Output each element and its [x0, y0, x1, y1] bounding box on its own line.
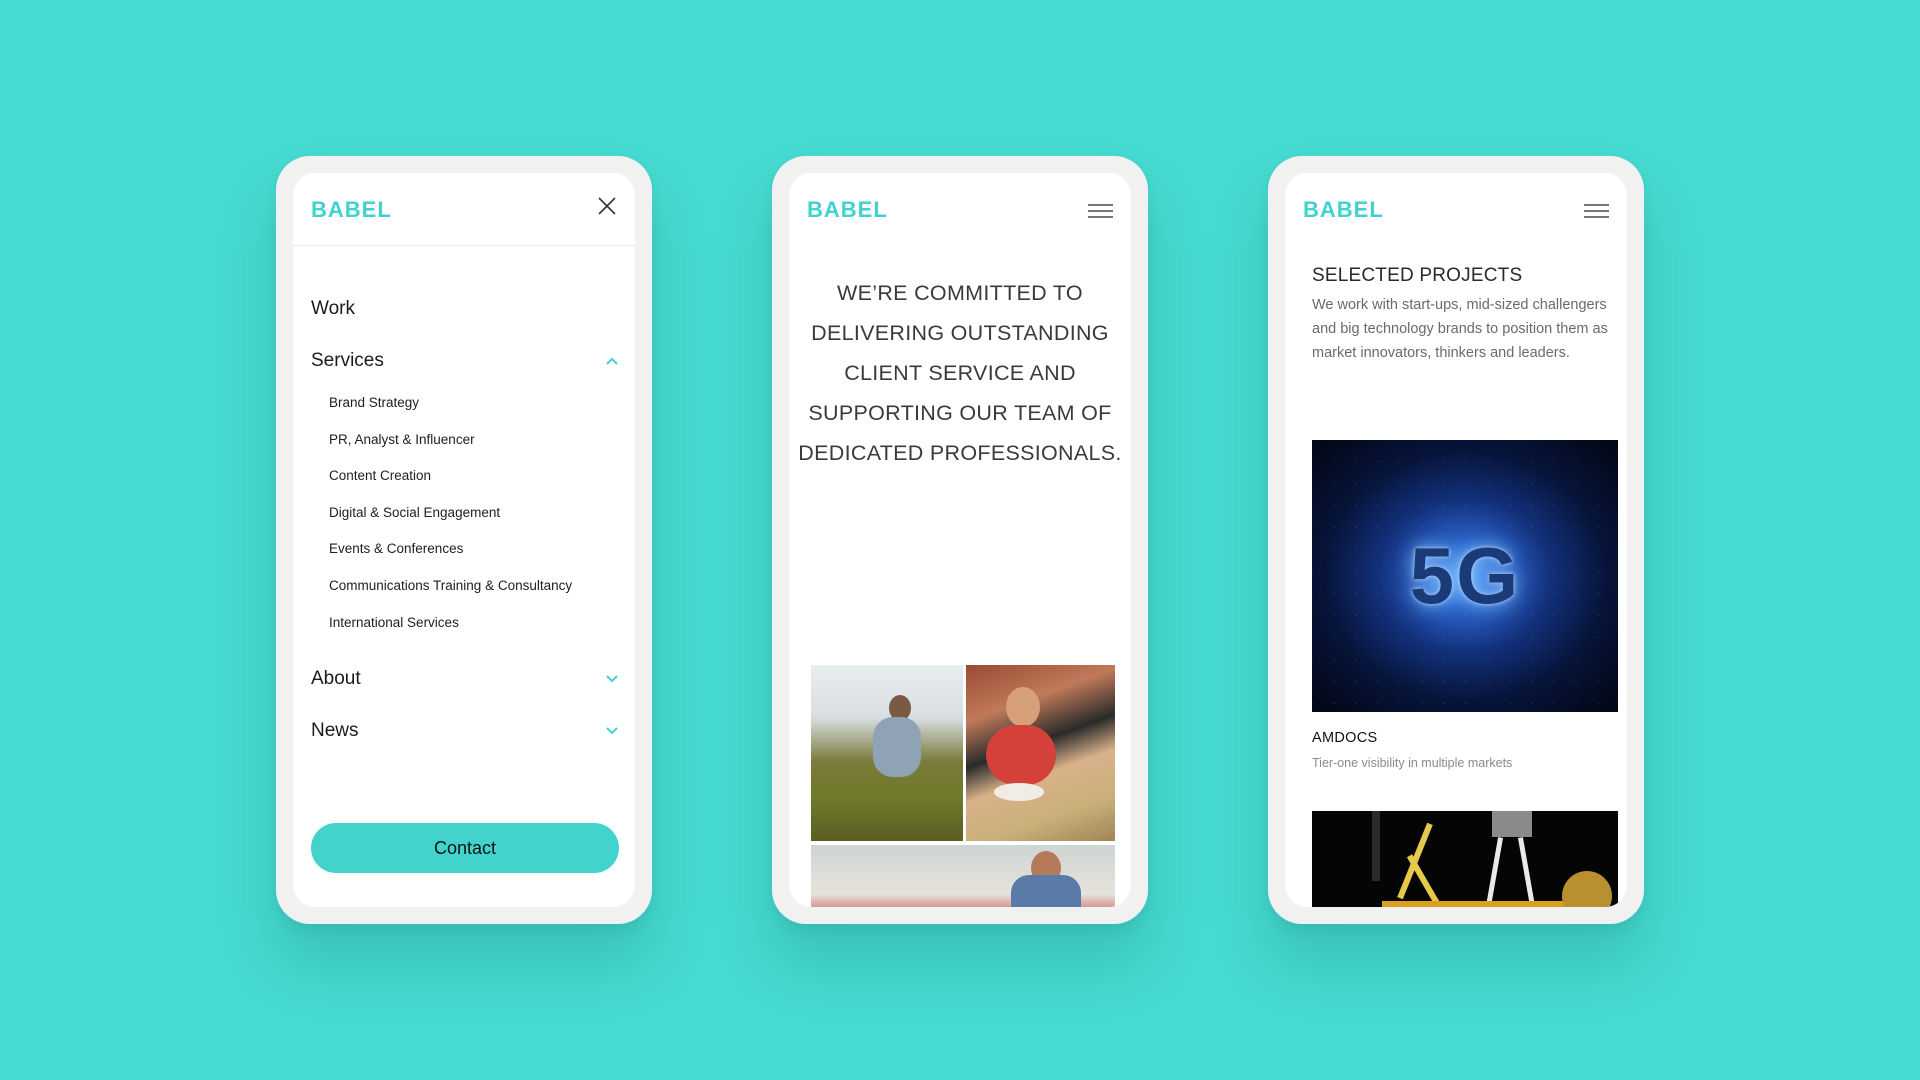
home-screen: BABEL WE’RE COMMITTED TO DELIVERING OUTS…: [789, 173, 1131, 907]
contact-button[interactable]: Contact: [311, 823, 619, 873]
phone-menu: BABEL Work Services Brand Strategy PR, A…: [276, 156, 652, 924]
menu-item-services[interactable]: Services: [311, 335, 621, 387]
showcase-stage: BABEL Work Services Brand Strategy PR, A…: [0, 0, 1920, 1080]
phone-projects: BABEL SELECTED PROJECTS We work with sta…: [1268, 156, 1644, 924]
close-icon[interactable]: [597, 196, 617, 216]
projects-header: BABEL: [1285, 173, 1627, 245]
project-image-amdocs[interactable]: 5G: [1312, 440, 1618, 712]
submenu-item-content-creation[interactable]: Content Creation: [329, 458, 621, 495]
submenu-item-communications-training[interactable]: Communications Training & Consultancy: [329, 568, 621, 605]
submenu-item-brand-strategy[interactable]: Brand Strategy: [329, 385, 621, 422]
logo[interactable]: BABEL: [311, 197, 392, 223]
projects-screen: BABEL SELECTED PROJECTS We work with sta…: [1285, 173, 1627, 907]
menu-item-about[interactable]: About: [311, 653, 621, 705]
project-name[interactable]: AMDOCS: [1312, 730, 1377, 746]
menu-item-label: Work: [311, 298, 355, 319]
submenu-item-digital-social[interactable]: Digital & Social Engagement: [329, 495, 621, 532]
chevron-up-icon[interactable]: [605, 354, 619, 368]
chevron-down-icon[interactable]: [605, 724, 619, 738]
mission-line: DEDICATED PROFESSIONALS.: [798, 441, 1122, 465]
mission-line: WE’RE COMMITTED TO: [837, 281, 1083, 305]
office-photo-lunch: [966, 665, 1115, 841]
menu-item-label: News: [311, 720, 359, 742]
office-photo-armchair: [811, 665, 963, 841]
menu-header: BABEL: [293, 173, 635, 246]
phone-home: BABEL WE’RE COMMITTED TO DELIVERING OUTS…: [772, 156, 1148, 924]
hamburger-icon[interactable]: [1584, 204, 1609, 218]
menu-item-work[interactable]: Work: [311, 283, 621, 335]
chevron-down-icon[interactable]: [605, 672, 619, 686]
submenu-item-pr-analyst-influencer[interactable]: PR, Analyst & Influencer: [329, 422, 621, 459]
submenu-item-international-services[interactable]: International Services: [329, 605, 621, 642]
submenu-item-events-conferences[interactable]: Events & Conferences: [329, 531, 621, 568]
mission-statement: WE’RE COMMITTED TO DELIVERING OUTSTANDIN…: [789, 273, 1131, 473]
mission-line: CLIENT SERVICE AND: [844, 361, 1076, 385]
menu-item-label: About: [311, 668, 361, 690]
section-description: We work with start-ups, mid-sized challe…: [1312, 297, 1608, 361]
hamburger-icon[interactable]: [1088, 204, 1113, 218]
menu-screen: BABEL Work Services Brand Strategy PR, A…: [293, 173, 635, 907]
home-header: BABEL: [789, 173, 1131, 245]
menu-item-news[interactable]: News: [311, 705, 621, 757]
project-image-text: 5G: [1409, 531, 1521, 620]
nav-menu: Work Services Brand Strategy PR, Analyst…: [311, 283, 621, 757]
section-title: SELECTED PROJECTS: [1312, 265, 1523, 286]
project-tagline: Tier-one visibility in multiple markets: [1312, 756, 1513, 770]
logo[interactable]: BABEL: [1303, 197, 1384, 223]
logo[interactable]: BABEL: [807, 197, 888, 223]
mission-line: SUPPORTING OUR TEAM OF: [808, 401, 1112, 425]
office-photo-pool-table: [811, 845, 1115, 907]
menu-item-label: Services: [311, 350, 384, 371]
mission-line: DELIVERING OUTSTANDING: [811, 321, 1109, 345]
project-image-robotics[interactable]: [1312, 811, 1618, 907]
services-submenu: Brand Strategy PR, Analyst & Influencer …: [329, 385, 621, 641]
